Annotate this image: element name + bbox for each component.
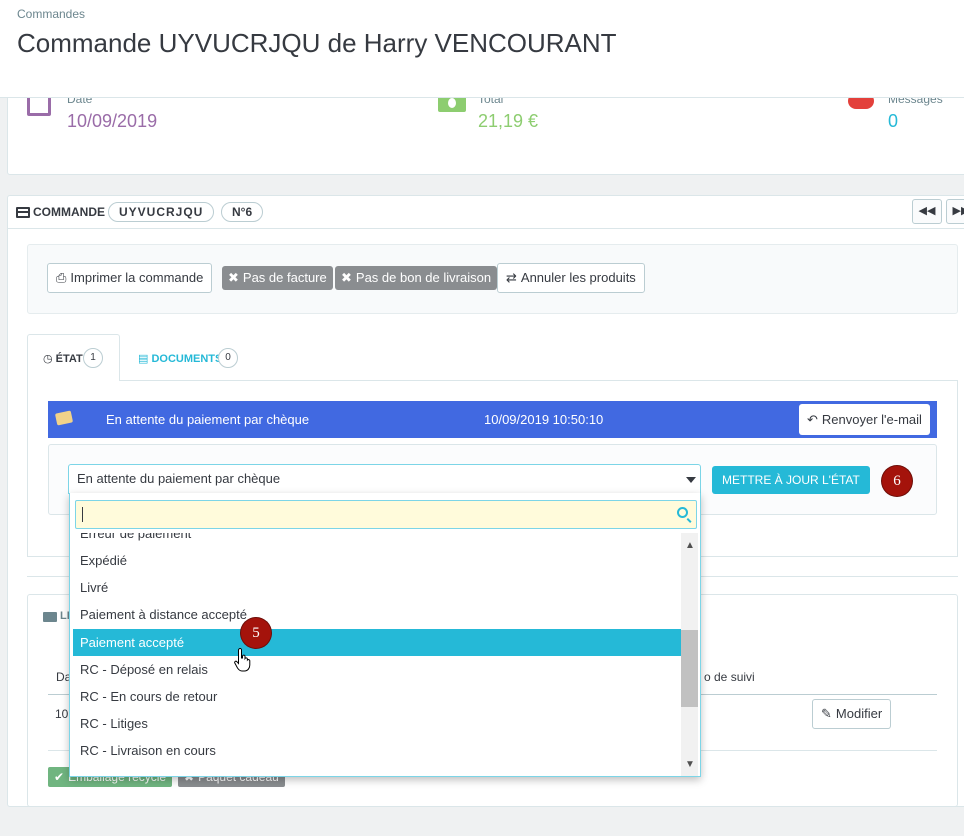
dropdown-options-list[interactable]: Erreur de paiement Expédié Livré Paiemen… xyxy=(73,533,681,776)
dropdown-option[interactable]: Erreur de paiement xyxy=(73,533,681,547)
previous-order-button[interactable]: ◀◀ xyxy=(912,199,942,224)
resend-email-button[interactable]: ↶ Renvoyer l'e-mail xyxy=(799,404,930,435)
page-title: Commande UYVUCRJQU de Harry VENCOURANT xyxy=(17,28,617,58)
order-heading-label: COMMANDE xyxy=(33,205,105,219)
tab-documents-text: DOCUMENTS xyxy=(151,353,223,365)
file-icon: ▤ xyxy=(138,353,152,365)
order-reference-badge: UYVUCRJQU xyxy=(108,202,215,222)
tab-state-count: 1 xyxy=(83,348,103,368)
scroll-up-icon[interactable]: ▲ xyxy=(685,540,695,551)
print-order-button[interactable]: ⎙ Imprimer la commande xyxy=(47,263,213,293)
tab-documents-count: 0 xyxy=(218,348,238,368)
cancel-products-button[interactable]: ⇄ Annuler les produits xyxy=(497,263,645,293)
x-icon: ✖ xyxy=(341,270,352,285)
dropdown-option-highlighted[interactable]: Paiement accepté xyxy=(73,629,681,656)
status-date: 10/09/2019 10:50:10 xyxy=(484,412,604,427)
dropdown-option[interactable]: RC - Livraison en cours xyxy=(73,737,681,764)
pencil-icon: ✎ xyxy=(821,706,832,721)
step-5-badge: 5 xyxy=(241,618,271,648)
next-order-button[interactable]: ▶▶ xyxy=(946,199,964,224)
truck-icon xyxy=(43,612,57,622)
breadcrumb[interactable]: Commandes xyxy=(17,7,85,21)
dropdown-option[interactable]: Livré xyxy=(73,574,681,601)
dropdown-search-input[interactable] xyxy=(75,500,697,529)
dropdown-option[interactable]: RC - En cours de retour xyxy=(73,683,681,710)
scroll-down-icon[interactable]: ▼ xyxy=(685,759,695,770)
tab-state-label: ◷ ÉTAT xyxy=(43,352,83,365)
modify-tracking-button[interactable]: ✎ Modifier xyxy=(812,699,892,729)
tab-state-text: ÉTAT xyxy=(55,353,83,365)
text-cursor xyxy=(82,507,83,522)
reply-icon: ↶ xyxy=(807,412,818,427)
status-name: En attente du paiement par chèque xyxy=(106,412,310,427)
tab-documents[interactable]: ▤ DOCUMENTS xyxy=(138,352,222,365)
kpi-messages-value[interactable]: 0 xyxy=(888,111,898,132)
dropdown-scrollbar-thumb[interactable] xyxy=(681,630,698,707)
order-state-dropdown[interactable]: Erreur de paiement Expédié Livré Paiemen… xyxy=(69,493,701,777)
credit-card-icon xyxy=(16,207,30,218)
dropdown-option[interactable]: RC - Litiges xyxy=(73,710,681,737)
no-invoice-button[interactable]: ✖ Pas de facture xyxy=(222,266,333,290)
dropdown-option[interactable]: Expédié xyxy=(73,547,681,574)
caret-down-icon[interactable] xyxy=(686,477,696,483)
printer-icon: ⎙ xyxy=(56,270,67,285)
print-order-label: Imprimer la commande xyxy=(70,270,204,285)
kpi-date-value: 10/09/2019 xyxy=(67,111,158,131)
no-delivery-slip-label: Pas de bon de livraison xyxy=(355,270,492,285)
exchange-icon: ⇄ xyxy=(506,270,517,285)
step-6-badge: 6 xyxy=(882,466,912,496)
no-delivery-slip-button[interactable]: ✖ Pas de bon de livraison xyxy=(335,266,498,290)
dropdown-option[interactable]: Paiement à distance accepté xyxy=(73,601,681,628)
clock-icon: ◷ xyxy=(43,353,56,365)
resend-email-label: Renvoyer l'e-mail xyxy=(821,412,922,427)
shipping-row-date: 10 xyxy=(55,707,69,721)
update-state-button[interactable]: METTRE À JOUR L'ÉTAT xyxy=(712,466,870,494)
no-invoice-label: Pas de facture xyxy=(242,270,327,285)
hand-cursor-icon xyxy=(234,648,251,672)
cancel-products-label: Annuler les produits xyxy=(520,270,636,285)
shipping-col-tracking: o de suivi xyxy=(704,670,755,684)
modify-label: Modifier xyxy=(835,706,883,721)
order-state-select[interactable]: En attente du paiement par chèque xyxy=(68,464,701,494)
double-right-arrow-icon: ▶▶ xyxy=(952,205,964,217)
x-icon: ✖ xyxy=(228,270,239,285)
search-icon xyxy=(677,507,688,518)
double-left-arrow-icon: ◀◀ xyxy=(918,205,936,217)
dropdown-option[interactable]: RC - Déposé en relais xyxy=(73,656,681,683)
check-icon: ✔ xyxy=(54,770,65,784)
kpi-total-value: 21,19 € xyxy=(478,111,539,131)
order-number-badge: N°6 xyxy=(221,202,264,222)
